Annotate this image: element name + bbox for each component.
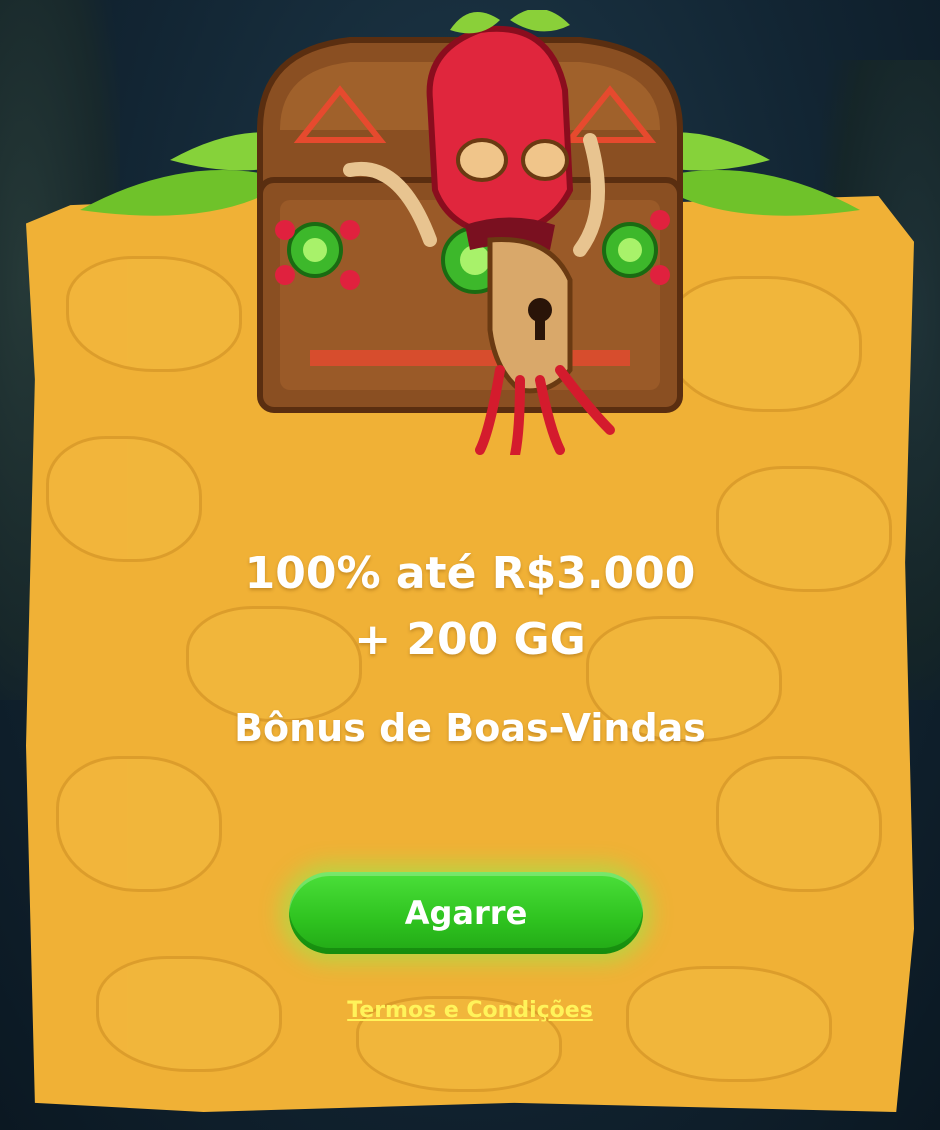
- offer-headline-line2: + 200 GG: [354, 614, 586, 665]
- offer-headline-line1: 100% até R$3.000: [244, 548, 696, 599]
- claim-bonus-button[interactable]: Agarre: [289, 872, 643, 954]
- offer-subtitle: Bônus de Boas-Vindas: [234, 706, 706, 750]
- terms-and-conditions-link[interactable]: Termos e Condições: [0, 998, 940, 1023]
- claim-bonus-button-label: Agarre: [404, 894, 528, 932]
- tiki-treasure-chest-icon: [257, 10, 683, 455]
